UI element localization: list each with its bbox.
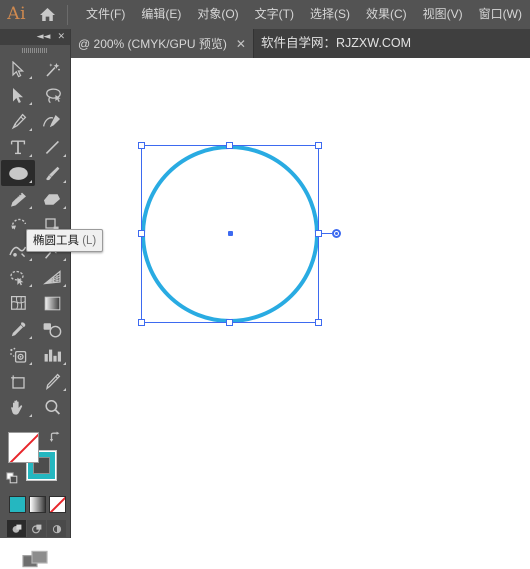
color-mode-button[interactable] xyxy=(9,496,26,513)
shape-center-point xyxy=(228,231,233,236)
selection-handle-bottom-left[interactable] xyxy=(138,319,145,326)
tool-corner-marker xyxy=(29,154,32,157)
none-slash-icon xyxy=(50,497,65,512)
color-mode-row xyxy=(0,496,70,513)
tool-corner-marker xyxy=(29,284,32,287)
tool-perspective-grid-tool[interactable] xyxy=(35,264,69,290)
live-shape-rotate-widget[interactable] xyxy=(322,229,341,238)
tool-curvature-tool[interactable] xyxy=(35,108,69,134)
document-tab-bar: @ 200% (CMYK/GPU 预览) ✕ 软件自学网：RJZXW.COM xyxy=(0,29,530,58)
none-slash-icon xyxy=(9,433,38,462)
widget-ring-icon[interactable] xyxy=(332,229,341,238)
close-icon[interactable]: ✕ xyxy=(57,32,65,42)
gradient-mode-button[interactable] xyxy=(29,496,46,513)
tool-blend-tool[interactable] xyxy=(35,316,69,342)
tool-corner-marker xyxy=(29,336,32,339)
artboard-canvas[interactable] xyxy=(71,58,530,538)
fill-stroke-controls xyxy=(0,428,70,494)
tool-corner-marker xyxy=(63,362,66,365)
tool-tooltip: 椭圆工具 (L) xyxy=(26,229,104,252)
tool-artboard-tool[interactable] xyxy=(1,368,35,394)
menu-select[interactable]: 选择(S) xyxy=(302,0,358,29)
tool-gradient-tool[interactable] xyxy=(35,290,69,316)
menu-file[interactable]: 文件(F) xyxy=(78,0,133,29)
tools-panel-header: ◄◄ ✕ xyxy=(0,29,70,45)
document-tab-label: @ 200% (CMYK/GPU 预览) xyxy=(78,37,227,51)
shape-layer xyxy=(71,58,530,538)
selection-handle-bottom-center[interactable] xyxy=(226,319,233,326)
tool-corner-marker xyxy=(29,362,32,365)
illustrator-window: Ai 文件(F) 编辑(E) 对象(O) 文字(T) 选择(S) 效果(C) 视… xyxy=(0,0,530,568)
tool-shape-builder-tool[interactable] xyxy=(1,264,35,290)
collapse-icon[interactable]: ◄◄ xyxy=(37,32,51,42)
tools-panel: ◄◄ ✕ 椭圆工具 (L) xyxy=(0,29,104,568)
menu-bar: Ai 文件(F) 编辑(E) 对象(O) 文字(T) 选择(S) 效果(C) 视… xyxy=(0,0,530,29)
tool-zoom-tool[interactable] xyxy=(35,394,69,420)
selection-handle-top-center[interactable] xyxy=(226,142,233,149)
default-fill-stroke-icon[interactable] xyxy=(6,471,18,484)
none-mode-button[interactable] xyxy=(49,496,66,513)
tool-mesh-tool[interactable] xyxy=(1,290,35,316)
tool-corner-marker xyxy=(29,414,32,417)
tool-type-tool[interactable] xyxy=(1,134,35,160)
tool-pen-tool[interactable] xyxy=(1,108,35,134)
close-icon[interactable]: ✕ xyxy=(236,38,246,50)
tool-corner-marker xyxy=(63,258,66,261)
tooltip-shortcut: (L) xyxy=(82,235,97,247)
menu-view[interactable]: 视图(V) xyxy=(415,0,471,29)
tool-lasso-tool[interactable] xyxy=(35,82,69,108)
menu-edit[interactable]: 编辑(E) xyxy=(133,0,189,29)
draw-mode-row xyxy=(0,520,70,537)
tool-corner-marker xyxy=(63,284,66,287)
tool-line-segment-tool[interactable] xyxy=(35,134,69,160)
menu-type[interactable]: 文字(T) xyxy=(247,0,302,29)
tool-ellipse-tool[interactable] xyxy=(1,160,35,186)
widget-stem xyxy=(322,233,332,234)
menu-effect[interactable]: 效果(C) xyxy=(358,0,415,29)
screen-mode-button[interactable] xyxy=(0,550,70,569)
menu-window[interactable]: 窗口(W) xyxy=(471,0,530,29)
tool-eyedropper-tool[interactable] xyxy=(1,316,35,342)
selection-handle-middle-right[interactable] xyxy=(315,230,322,237)
draw-normal-button[interactable] xyxy=(7,520,26,537)
selection-handle-top-right[interactable] xyxy=(315,142,322,149)
tool-shaper-tool[interactable] xyxy=(1,186,35,212)
selection-handle-top-left[interactable] xyxy=(138,142,145,149)
draw-behind-button[interactable] xyxy=(27,520,46,537)
swap-fill-stroke-icon[interactable] xyxy=(49,430,61,442)
menu-divider xyxy=(67,4,69,25)
menu-object[interactable]: 对象(O) xyxy=(189,0,246,29)
selection-handle-middle-left[interactable] xyxy=(138,230,145,237)
home-icon[interactable] xyxy=(33,7,61,22)
tool-magic-wand-tool[interactable] xyxy=(35,56,69,82)
tool-selection-tool[interactable] xyxy=(1,56,35,82)
tool-corner-marker xyxy=(63,388,66,391)
ai-logo: Ai xyxy=(7,4,27,24)
tool-corner-marker xyxy=(29,206,32,209)
document-tab[interactable]: @ 200% (CMYK/GPU 预览) ✕ xyxy=(71,29,254,58)
tool-column-graph-tool[interactable] xyxy=(35,342,69,368)
panel-drag-handle[interactable] xyxy=(0,45,70,56)
tool-symbol-sprayer-tool[interactable] xyxy=(1,342,35,368)
selection-handle-bottom-right[interactable] xyxy=(315,319,322,326)
tool-corner-marker xyxy=(29,128,32,131)
tool-corner-marker xyxy=(29,76,32,79)
tool-corner-marker xyxy=(29,258,32,261)
tool-paintbrush-tool[interactable] xyxy=(35,160,69,186)
menu-item-list: 文件(F) 编辑(E) 对象(O) 文字(T) 选择(S) 效果(C) 视图(V… xyxy=(78,0,530,29)
tool-corner-marker xyxy=(63,180,66,183)
tool-corner-marker xyxy=(29,180,32,183)
tool-corner-marker xyxy=(29,102,32,105)
tool-corner-marker xyxy=(63,154,66,157)
tooltip-label: 椭圆工具 xyxy=(33,235,79,247)
site-watermark-label: 软件自学网：RJZXW.COM xyxy=(261,36,411,50)
tool-eraser-tool[interactable] xyxy=(35,186,69,212)
tool-corner-marker xyxy=(63,206,66,209)
fill-swatch[interactable] xyxy=(8,432,39,463)
draw-inside-button[interactable] xyxy=(47,520,66,537)
tool-hand-tool[interactable] xyxy=(1,394,35,420)
tool-direct-selection-tool[interactable] xyxy=(1,82,35,108)
tool-slice-tool[interactable] xyxy=(35,368,69,394)
